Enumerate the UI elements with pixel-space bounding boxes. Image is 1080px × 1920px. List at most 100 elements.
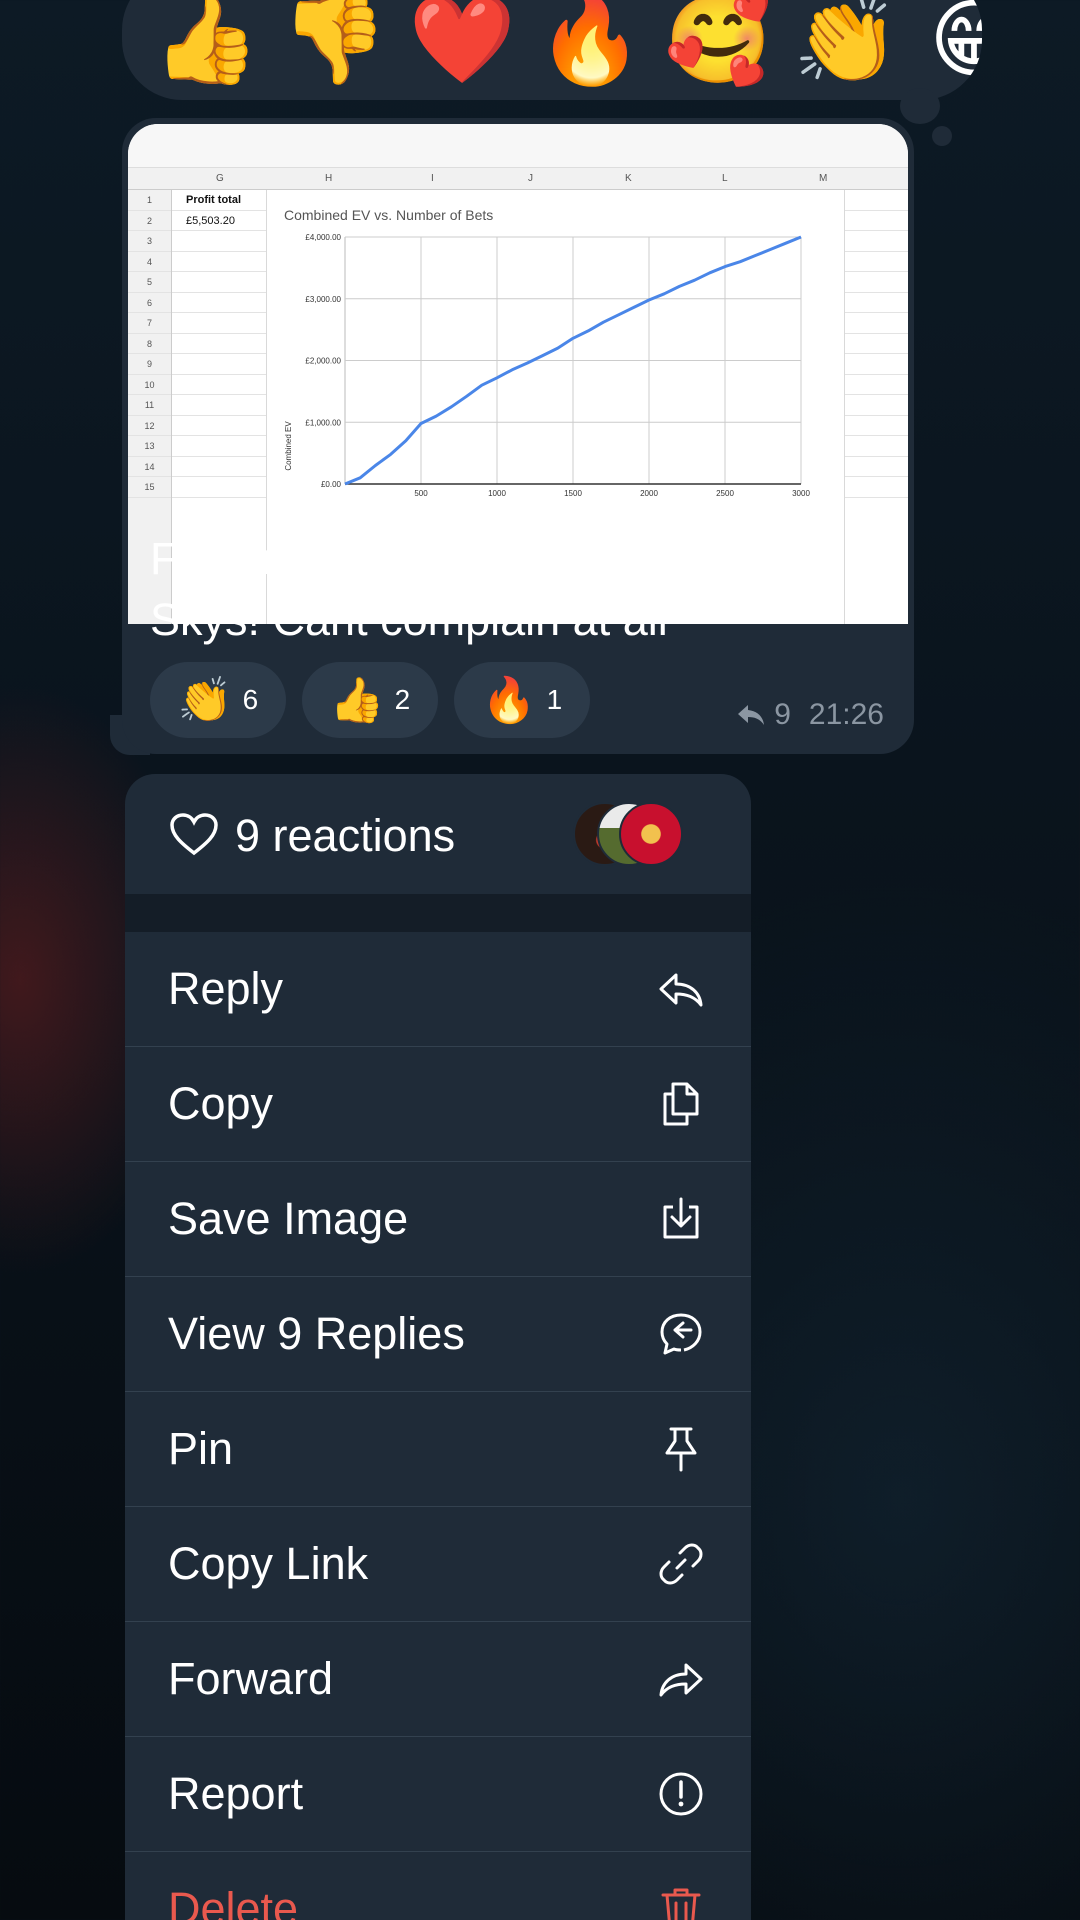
reply-icon bbox=[659, 973, 703, 1007]
copy-icon bbox=[663, 1082, 699, 1126]
reaction-chip-fire[interactable]: 🔥 1 bbox=[454, 662, 590, 738]
chart-y-tick-label: £4,000.00 bbox=[305, 233, 341, 242]
message-text: Full month doing the restricted Skys! Ca… bbox=[150, 528, 890, 650]
row-number: 11 bbox=[128, 395, 171, 416]
thumbs-up-emoji: 👍 bbox=[329, 675, 385, 726]
column-header: K bbox=[625, 173, 632, 184]
row-number: 3 bbox=[128, 231, 171, 252]
clap-emoji: 👏 bbox=[177, 675, 233, 726]
message-bubble[interactable]: G H I J K L M 1 2 3 4 5 6 7 8 9 10 11 12… bbox=[122, 118, 914, 754]
column-header: M bbox=[819, 173, 828, 184]
menu-item-view-replies[interactable]: View 9 Replies bbox=[125, 1277, 751, 1392]
row-number: 6 bbox=[128, 293, 171, 313]
menu-item-delete[interactable]: Delete bbox=[125, 1852, 751, 1920]
row-number: 12 bbox=[128, 416, 171, 436]
menu-item-label: Save Image bbox=[168, 1193, 409, 1244]
chart-y-tick-label: £3,000.00 bbox=[305, 295, 341, 304]
reactions-summary-row[interactable]: 9 reactions bbox=[125, 774, 751, 894]
reaction-count: 2 bbox=[394, 684, 411, 715]
menu-item-reply[interactable]: Reply bbox=[125, 932, 751, 1047]
heart-outline-icon bbox=[170, 813, 218, 856]
chart-x-tick-label: 500 bbox=[414, 489, 428, 498]
row-number: 7 bbox=[128, 313, 171, 334]
menu-item-label: Report bbox=[168, 1768, 304, 1819]
row-number: 13 bbox=[128, 436, 171, 457]
cell-profit-total-label: Profit total bbox=[172, 190, 266, 211]
chart-x-tick-label: 1500 bbox=[564, 489, 582, 498]
chart-y-axis-label: Combined EV bbox=[284, 421, 293, 471]
thumbs-up-reaction-option[interactable]: 👍 bbox=[142, 0, 270, 90]
column-header: I bbox=[431, 173, 434, 184]
reaction-count: 1 bbox=[546, 684, 563, 715]
forward-icon bbox=[659, 1663, 703, 1697]
chart-x-tick-label: 1000 bbox=[488, 489, 506, 498]
exclamation-circle-icon bbox=[659, 1772, 703, 1816]
fire-emoji: 🔥 bbox=[481, 675, 537, 726]
reactor-avatars bbox=[573, 802, 683, 866]
row-number: 14 bbox=[128, 457, 171, 477]
menu-item-label: Reply bbox=[168, 963, 284, 1014]
picker-tail-bubble bbox=[900, 88, 940, 124]
avatar bbox=[619, 802, 683, 866]
menu-item-pin[interactable]: Pin bbox=[125, 1392, 751, 1507]
chart-y-tick-label: £2,000.00 bbox=[305, 357, 341, 366]
link-icon bbox=[659, 1543, 703, 1585]
menu-item-label: Copy Link bbox=[168, 1538, 369, 1589]
reaction-chip-thumbs-up[interactable]: 👍 2 bbox=[302, 662, 438, 738]
chart-title: Combined EV vs. Number of Bets bbox=[284, 207, 493, 223]
grin-reaction-option[interactable]: 😁 bbox=[910, 0, 982, 90]
pin-icon bbox=[665, 1427, 697, 1472]
smiling-hearts-reaction-option[interactable]: 🥰 bbox=[654, 0, 782, 90]
reaction-count: 6 bbox=[242, 684, 259, 715]
menu-item-copy[interactable]: Copy bbox=[125, 1047, 751, 1162]
download-icon bbox=[663, 1197, 699, 1239]
reaction-chip-clap[interactable]: 👏 6 bbox=[150, 662, 286, 738]
trash-icon bbox=[661, 1888, 701, 1920]
row-number: 5 bbox=[128, 272, 171, 293]
column-header: G bbox=[216, 173, 224, 184]
column-header: J bbox=[528, 173, 533, 184]
menu-item-label: View 9 Replies bbox=[168, 1308, 465, 1359]
menu-item-label: Copy bbox=[168, 1078, 274, 1129]
thumbs-down-reaction-option[interactable]: 👎 bbox=[270, 0, 398, 90]
menu-item-save-image[interactable]: Save Image bbox=[125, 1162, 751, 1277]
reactions-count-label: 9 reactions bbox=[235, 810, 456, 861]
row-number: 1 bbox=[128, 190, 171, 211]
picker-tail-dot bbox=[932, 126, 952, 146]
menu-separator bbox=[125, 894, 751, 932]
row-number: 8 bbox=[128, 334, 171, 354]
clap-reaction-option[interactable]: 👏 bbox=[782, 0, 910, 90]
message-reactions: 👏 6 👍 2 🔥 1 bbox=[150, 662, 590, 738]
sheet-toolbar bbox=[128, 124, 908, 168]
column-headers: G H I J K L M bbox=[128, 168, 908, 190]
message-text-line: Full month doing the restricted bbox=[150, 533, 756, 584]
replies-count[interactable]: 9 bbox=[774, 698, 791, 732]
cell-profit-total-value: £5,503.20 bbox=[172, 211, 266, 231]
menu-item-copy-link[interactable]: Copy Link bbox=[125, 1507, 751, 1622]
row-number: 15 bbox=[128, 477, 171, 498]
reaction-picker: 👍 👎 ❤️ 🔥 🥰 👏 😁 bbox=[122, 0, 982, 100]
heart-reaction-option[interactable]: ❤️ bbox=[398, 0, 526, 90]
replies-thread-icon bbox=[660, 1313, 702, 1355]
chart-x-tick-label: 2500 bbox=[716, 489, 734, 498]
chart-x-tick-label: 3000 bbox=[792, 489, 810, 498]
menu-item-forward[interactable]: Forward bbox=[125, 1622, 751, 1737]
row-number: 4 bbox=[128, 252, 171, 272]
message-time: 21:26 bbox=[808, 698, 884, 731]
menu-item-label: Pin bbox=[168, 1423, 234, 1474]
chart-y-tick-label: £1,000.00 bbox=[305, 418, 341, 427]
menu-item-report[interactable]: Report bbox=[125, 1737, 751, 1852]
column-header: H bbox=[325, 173, 333, 184]
column-header: L bbox=[722, 173, 728, 184]
row-number: 9 bbox=[128, 354, 171, 375]
menu-items: Reply Copy Save Image View 9 Replies Pin… bbox=[125, 932, 751, 1920]
chart-x-tick-label: 2000 bbox=[640, 489, 658, 498]
reply-arrow-icon bbox=[738, 705, 765, 725]
message-meta: 9 21:26 bbox=[736, 698, 884, 732]
row-number: 10 bbox=[128, 375, 171, 395]
fire-reaction-option[interactable]: 🔥 bbox=[526, 0, 654, 90]
menu-item-label: Forward bbox=[168, 1653, 334, 1704]
row-number: 2 bbox=[128, 211, 171, 231]
message-text-line: Skys! Cant complain at all bbox=[150, 594, 668, 645]
context-menu: 9 reactions Reply Copy Save Image View 9… bbox=[125, 774, 751, 1920]
